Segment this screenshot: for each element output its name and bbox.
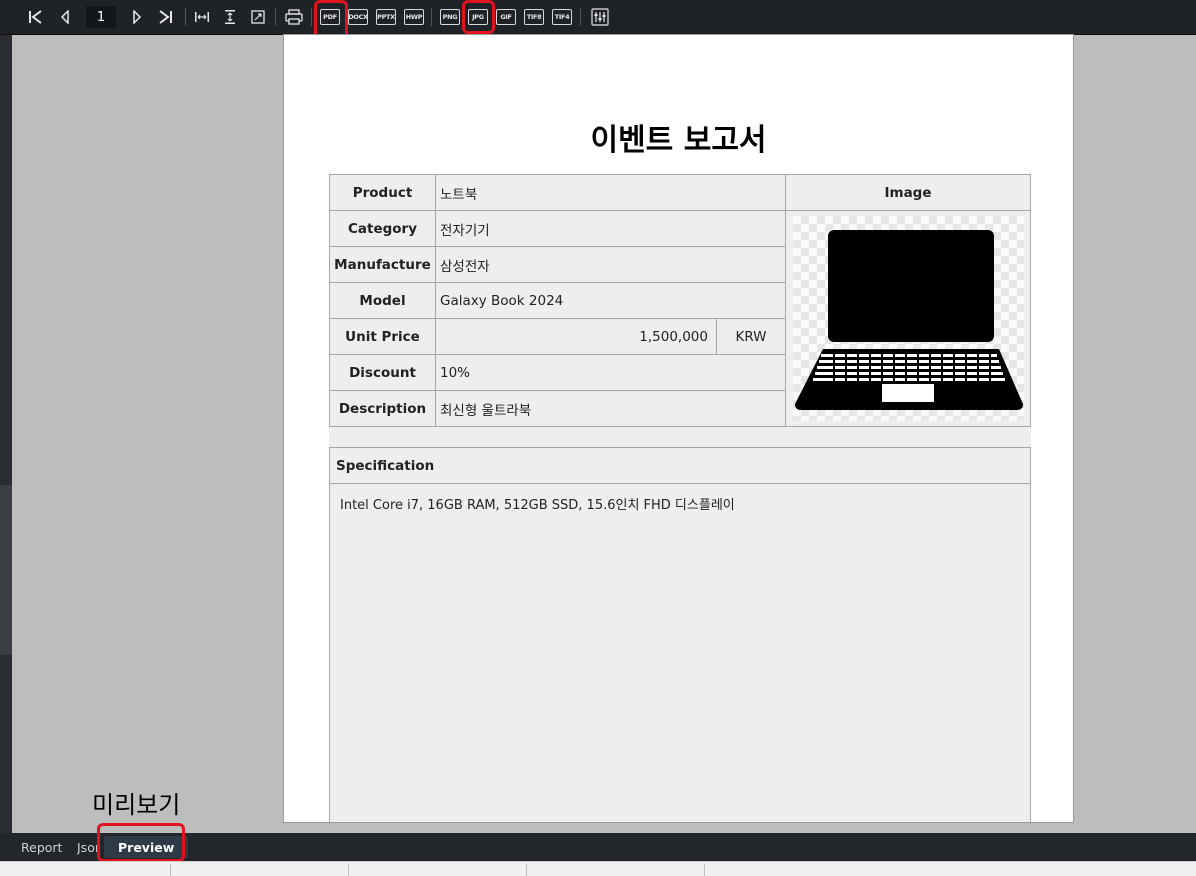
fit-height-icon[interactable]	[219, 6, 241, 28]
field-label: Category	[329, 210, 436, 247]
export-tif8-button[interactable]: TIF8	[524, 9, 544, 25]
product-image	[792, 216, 1024, 421]
report-page: 이벤트 보고서 Product 노트북 Image Category 전자기기	[283, 34, 1074, 823]
preview-annotation: 미리보기	[92, 791, 181, 819]
field-label: Unit Price	[329, 318, 436, 355]
first-page-icon[interactable]	[24, 6, 46, 28]
report-title: 이벤트 보고서	[590, 123, 767, 158]
laptop-icon	[794, 230, 1023, 410]
specification-section: Specification Intel Core i7, 16GB RAM, 5…	[329, 447, 1031, 822]
settings-sliders-icon[interactable]	[589, 6, 611, 28]
printer-icon[interactable]	[283, 6, 305, 28]
field-value: 삼성전자	[435, 246, 786, 283]
export-docx-button[interactable]: DOCX	[348, 9, 368, 25]
field-label: Product	[329, 174, 436, 211]
export-tif4-button[interactable]: TIF4	[552, 9, 572, 25]
preview-highlight-box	[97, 823, 185, 862]
field-label: Description	[329, 390, 436, 427]
specification-text: Intel Core i7, 16GB RAM, 512GB SSD, 15.6…	[340, 498, 735, 513]
specification-header: Specification	[330, 448, 1030, 484]
field-label: Model	[329, 282, 436, 319]
export-png-button[interactable]: PNG	[440, 9, 460, 25]
prev-page-icon[interactable]	[54, 6, 76, 28]
field-value: 최신형 울트라북	[435, 390, 786, 427]
toolbar-separator	[580, 8, 581, 26]
fit-page-icon[interactable]	[247, 6, 269, 28]
tab-report[interactable]: Report	[21, 833, 62, 861]
field-value: 10%	[435, 354, 786, 391]
export-hwp-button[interactable]: HWP	[404, 9, 424, 25]
field-label: Discount	[329, 354, 436, 391]
toolbar-separator	[311, 8, 312, 26]
image-header: Image	[785, 174, 1031, 211]
export-pptx-button[interactable]: PPTX	[376, 9, 396, 25]
table-row: Product 노트북 Image	[329, 174, 1031, 211]
jpg-highlight-box	[462, 0, 495, 34]
status-bar	[0, 861, 1196, 876]
next-page-icon[interactable]	[126, 6, 148, 28]
field-value: 전자기기	[435, 210, 786, 247]
field-value: Galaxy Book 2024	[435, 282, 786, 319]
section-gap	[329, 427, 1031, 447]
tab-json[interactable]: Json	[77, 833, 98, 861]
currency-value: KRW	[716, 318, 786, 355]
image-cell	[785, 210, 1031, 427]
product-info-table: Product 노트북 Image Category 전자기기 Manufact…	[329, 174, 1031, 427]
table-row: Category 전자기기	[329, 210, 1031, 427]
toolbar-separator	[431, 8, 432, 26]
toolbar: PDF DOCX PPTX HWP PNG JPG GIF TIF8 TIF4	[0, 0, 1196, 35]
unit-price-value: 1,500,000	[435, 318, 717, 355]
page-number-input[interactable]	[86, 6, 116, 28]
last-page-icon[interactable]	[155, 6, 177, 28]
left-panel-strip	[0, 35, 12, 833]
toolbar-separator	[275, 8, 276, 26]
export-gif-button[interactable]: GIF	[496, 9, 516, 25]
fit-width-icon[interactable]	[191, 6, 213, 28]
field-label: Manufacture	[329, 246, 436, 283]
field-value: 노트북	[435, 174, 786, 211]
toolbar-separator	[185, 8, 186, 26]
